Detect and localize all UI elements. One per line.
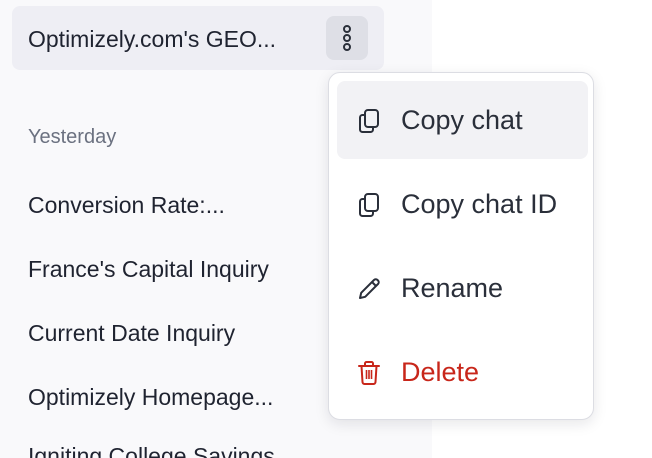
delete-menu-item[interactable]: Delete — [337, 333, 588, 411]
copy-icon — [359, 193, 379, 217]
copy-chat-label: Copy chat — [401, 105, 523, 135]
chat-list-item[interactable]: Igniting College Savings... — [28, 443, 294, 458]
section-label-yesterday: Yesterday — [28, 126, 117, 148]
chat-list-item[interactable]: Conversion Rate:... — [28, 192, 225, 219]
active-chat-title: Optimizely.com's GEO... — [28, 26, 277, 52]
trash-icon — [358, 361, 380, 385]
chat-context-menu: Copy chat Copy chat ID Rename Delete — [328, 72, 594, 420]
chat-list-item[interactable]: Current Date Inquiry — [28, 320, 235, 347]
vertical-ellipsis-icon — [343, 25, 351, 51]
delete-label: Delete — [401, 357, 480, 387]
pencil-icon — [359, 278, 380, 299]
rename-menu-item[interactable]: Rename — [337, 249, 588, 327]
chat-list-item[interactable]: France's Capital Inquiry — [28, 256, 269, 283]
more-options-button[interactable] — [326, 16, 368, 60]
active-chat-item[interactable]: Optimizely.com's GEO... — [12, 6, 384, 70]
copy-chat-id-label: Copy chat ID — [401, 189, 558, 219]
chat-app: Optimizely.com's GEO... Yesterday Conver… — [0, 0, 652, 458]
chat-list-item[interactable]: Optimizely Homepage... — [28, 384, 273, 411]
rename-label: Rename — [401, 273, 504, 303]
copy-icon — [359, 109, 379, 133]
copy-chat-menu-item[interactable]: Copy chat — [337, 81, 588, 159]
copy-chat-id-menu-item[interactable]: Copy chat ID — [337, 165, 588, 243]
